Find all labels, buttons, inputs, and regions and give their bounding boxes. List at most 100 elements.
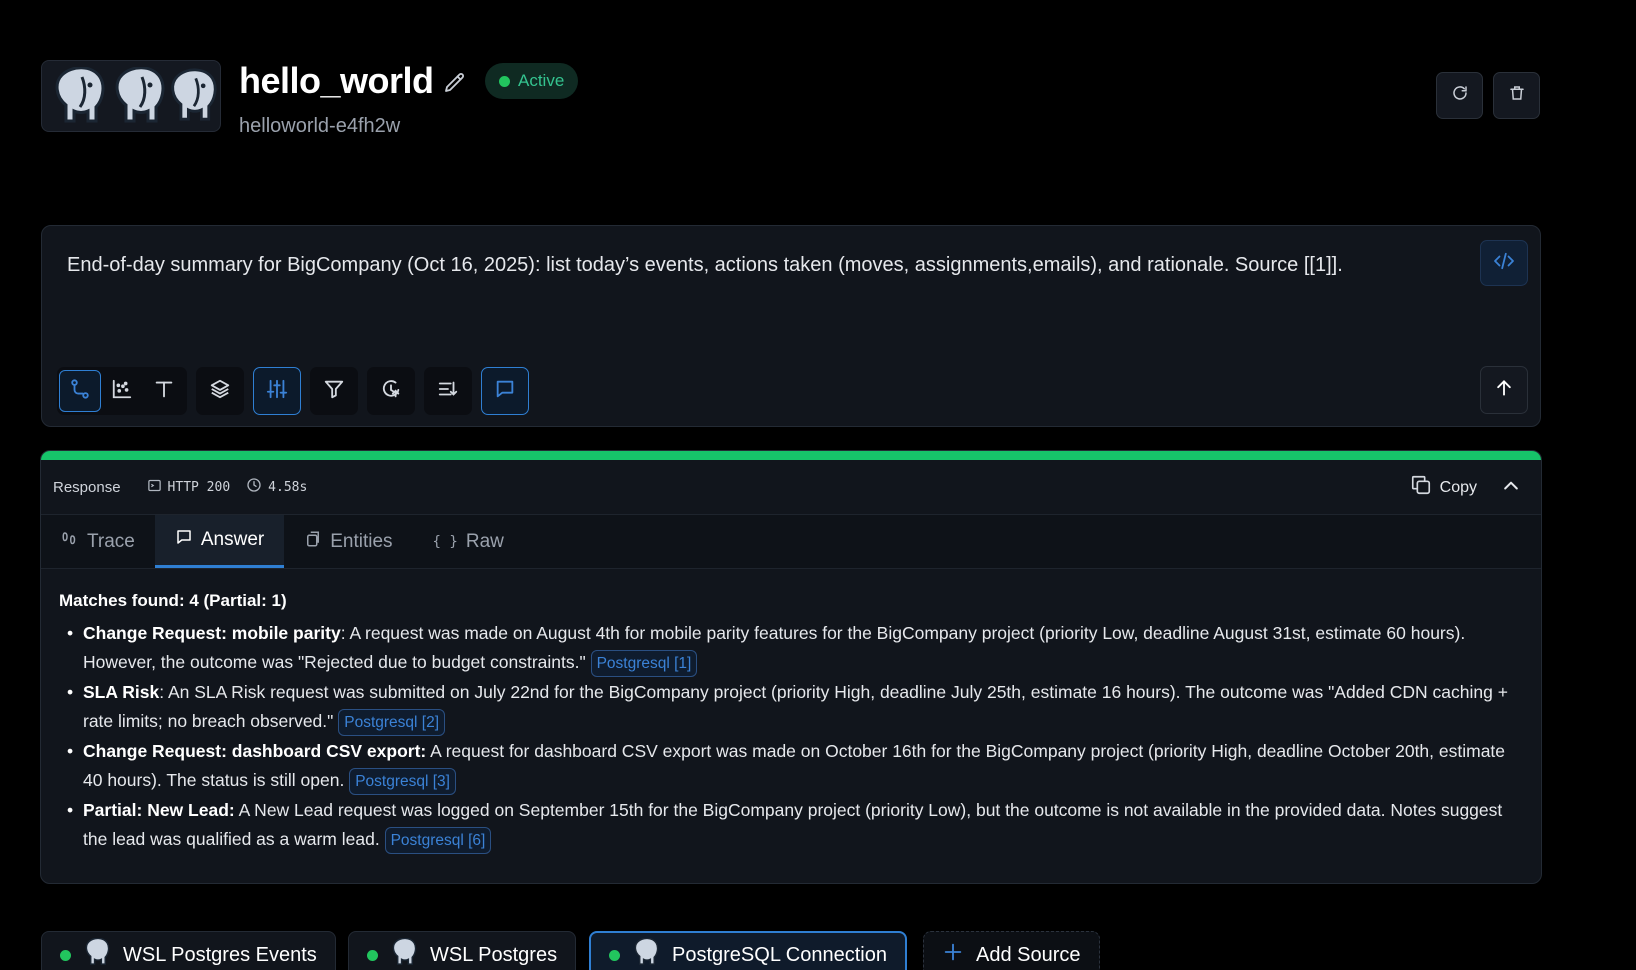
scatter-icon [111,378,133,405]
connected-dot [367,949,378,961]
text-view-button[interactable] [143,370,185,412]
tab-answer-label: Answer [200,529,265,550]
source-tab-wsl-postgres-events[interactable]: WSL Postgres Events [41,931,336,970]
delete-button[interactable] [1493,72,1540,119]
list-item: SLA Risk: An SLA Risk request was submit… [59,678,1523,736]
response-time-text: 4.58s [268,479,308,495]
postgres-elephant-icon [108,65,170,127]
sort-icon [437,378,459,405]
answer-content: Matches found: 4 (Partial: 1) Change Req… [41,569,1541,854]
sort-button[interactable] [424,367,472,415]
code-view-button[interactable] [1480,240,1528,286]
postgres-elephant-icon [83,937,111,970]
clock-icon [246,477,262,497]
code-icon [1493,252,1515,275]
chevron-up-icon [1501,481,1521,500]
item-title: Change Request: mobile parity [83,623,341,643]
success-bar [41,451,1541,460]
prompt-toolbar [57,367,529,415]
layers-icon [209,378,231,405]
entities-icon [304,530,322,554]
refresh-button[interactable] [1436,72,1483,119]
tab-raw-label: Raw [465,530,504,552]
braces-icon: { } [432,533,458,550]
source-label: WSL Postgres [430,943,558,966]
history-button[interactable] [367,367,415,415]
edit-pencil-icon[interactable] [440,68,470,98]
flow-icon [69,378,91,405]
source-label: WSL Postgres Events [123,943,317,966]
copy-label: Copy [1439,478,1477,496]
copy-button[interactable]: Copy [1410,474,1477,501]
terminal-icon [147,478,162,497]
tab-answer[interactable]: Answer [154,515,285,568]
list-item: Partial: New Lead: A New Lead request wa… [59,796,1523,854]
status-badge: Active [485,63,579,99]
chat-mode-button[interactable] [481,367,529,415]
layers-button[interactable] [196,367,244,415]
text-icon [153,378,175,405]
database-logos [41,60,221,132]
prompt-input[interactable]: End-of-day summary for BigCompany (Oct 1… [67,250,1367,281]
postgres-elephant-icon [48,65,110,127]
item-text: A New Lead request was logged on Septemb… [83,800,1503,849]
connected-dot [60,949,71,961]
postgres-elephant-icon [632,937,660,970]
item-title: SLA Risk [83,682,160,702]
page-subtitle: helloworld-e4fh2w [239,115,401,137]
prompt-panel: End-of-day summary for BigCompany (Oct 1… [41,225,1541,427]
answer-list: Change Request: mobile parity: A request… [59,619,1523,854]
history-icon [380,378,402,405]
send-button[interactable] [1480,366,1528,414]
response-header: Response HTTP 200 4.58s Copy [41,460,1541,515]
chat-icon [494,378,516,405]
item-title: Partial: New Lead: [83,800,235,820]
add-source-button[interactable]: Add Source [923,931,1100,970]
status-label: Active [518,71,565,90]
refresh-icon [1451,84,1469,107]
filter-icon [323,378,345,405]
list-item: Change Request: mobile parity: A request… [59,619,1523,677]
citation-link[interactable]: Postgresql [1] [590,650,698,677]
response-time: 4.58s [246,477,307,497]
sliders-icon [266,378,288,405]
postgres-elephant-icon [390,937,418,970]
source-label: PostgreSQL Connection [672,943,887,966]
message-square-icon [175,528,193,552]
tab-raw[interactable]: { } Raw [413,515,524,568]
arrow-up-icon [1494,378,1514,403]
source-tab-wsl-postgres[interactable]: WSL Postgres [348,931,577,970]
filter-button[interactable] [310,367,358,415]
tab-trace-label: Trace [87,530,135,552]
source-tab-postgresql-connection[interactable]: PostgreSQL Connection [589,931,907,970]
citation-link[interactable]: Postgresql [6] [384,827,492,854]
settings-sliders-button[interactable] [253,367,301,415]
plus-icon [942,941,964,969]
page-title: hello_world [239,60,434,101]
tab-entities-label: Entities [330,530,393,552]
item-text: : An SLA Risk request was submitted on J… [83,682,1508,731]
response-panel: Response HTTP 200 4.58s Copy Trace Answe… [40,450,1542,884]
postgres-elephant-icon [168,65,218,127]
flow-view-button[interactable] [59,370,101,412]
toolbar-group-views [57,367,187,415]
add-source-label: Add Source [976,943,1081,966]
copy-icon [1410,474,1432,501]
footprints-icon [61,530,79,554]
http-status: HTTP 200 [147,478,231,497]
list-item: Change Request: dashboard CSV export: A … [59,737,1523,795]
citation-link[interactable]: Postgresql [3] [349,768,456,795]
trash-icon [1508,84,1526,107]
status-dot [499,75,510,87]
response-label: Response [53,478,121,496]
collapse-button[interactable] [1501,476,1521,500]
http-status-text: HTTP 200 [167,479,231,495]
item-title: Change Request: dashboard CSV export: [83,741,427,761]
response-tabs: Trace Answer Entities { } Raw [41,515,1541,569]
matches-summary: Matches found: 4 (Partial: 1) [59,591,287,610]
tab-trace[interactable]: Trace [41,515,155,568]
tab-entities[interactable]: Entities [284,515,412,568]
connected-dot [609,949,620,961]
citation-link[interactable]: Postgresql [2] [338,709,446,736]
scatter-view-button[interactable] [101,370,143,412]
